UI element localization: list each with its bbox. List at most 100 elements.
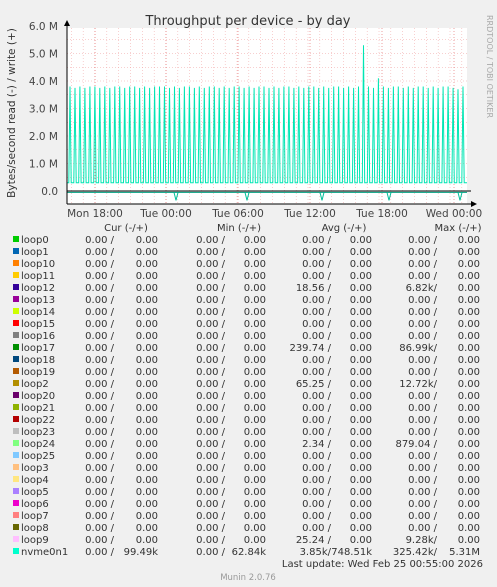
legend-row: loop16 0.00 / 0.00 0.00 / 0.00 0.00 / 0.00 0.00… xyxy=(13,331,480,342)
legend-value-cur: 0.00 / xyxy=(85,535,114,546)
legend-name: loop8 xyxy=(21,523,49,534)
legend-value-cur2: 0.00 xyxy=(136,427,158,438)
legend-value-max2: 0.00 xyxy=(458,283,480,294)
legend-name: loop24 xyxy=(21,439,55,450)
legend-value-cur2: 0.00 xyxy=(136,259,158,270)
legend-value-avg2: 0.00 xyxy=(350,247,372,258)
legend-value-min2: 0.00 xyxy=(244,271,266,282)
legend-value-max: 0.00 / xyxy=(408,463,437,474)
legend-value-max2: 0.00 xyxy=(458,295,480,306)
legend-row: loop21 0.00 / 0.00 0.00 / 0.00 0.00 / 0.00 0.00… xyxy=(13,403,480,414)
legend-value-avg2: 0.00 xyxy=(350,235,372,246)
legend-swatch xyxy=(13,236,19,242)
legend-value-max2: 0.00 xyxy=(458,439,480,450)
legend-value-avg2: 0.00 xyxy=(350,283,372,294)
legend-value-cur: 0.00 / xyxy=(85,415,114,426)
legend-row: loop24 0.00 / 0.00 0.00 / 0.00 2.34 / 0.00 879.… xyxy=(13,439,480,450)
legend-value-cur2: 0.00 xyxy=(136,535,158,546)
legend-value-avg: 0.00 / xyxy=(302,307,331,318)
legend-name: loop18 xyxy=(21,355,55,366)
legend-name: loop7 xyxy=(21,511,49,522)
legend-swatch xyxy=(13,416,19,422)
legend-name: nvme0n1 xyxy=(21,547,68,558)
legend-row: loop5 0.00 / 0.00 0.00 / 0.00 0.00 / 0.00 0.00 … xyxy=(13,487,480,498)
legend-value-cur: 0.00 / xyxy=(85,391,114,402)
legend-value-cur: 0.00 / xyxy=(85,547,114,558)
legend-value-cur2: 0.00 xyxy=(136,307,158,318)
legend-value-max2: 0.00 xyxy=(458,391,480,402)
y-tick-label: 5.0 M xyxy=(29,49,58,61)
legend-value-cur: 0.00 / xyxy=(85,271,114,282)
legend-value-avg: 0.00 / xyxy=(302,415,331,426)
legend-value-avg: 0.00 / xyxy=(302,271,331,282)
legend-value-max2: 0.00 xyxy=(458,463,480,474)
legend-value-max2: 0.00 xyxy=(458,451,480,462)
legend-value-min2: 0.00 xyxy=(244,319,266,330)
legend-value-min: 0.00 / xyxy=(196,379,225,390)
legend-value-avg2: 0.00 xyxy=(350,415,372,426)
rrdtool-watermark: RRDTOOL / TOBI OETIKER xyxy=(485,15,494,118)
legend-value-avg2: 0.00 xyxy=(350,295,372,306)
legend-value-cur2: 0.00 xyxy=(136,331,158,342)
legend-headers: Cur (-/+) Min (-/+) Avg (-/+) Max (-/+) xyxy=(104,223,481,234)
legend-value-avg2: 0.00 xyxy=(350,463,372,474)
legend-value-max: 0.00 / xyxy=(408,367,437,378)
x-tick-label: Tue 12:00 xyxy=(283,208,336,220)
legend-swatch xyxy=(13,452,19,458)
munin-version: Munin 2.0.76 xyxy=(220,573,276,583)
legend-value-min: 0.00 / xyxy=(196,307,225,318)
legend-value-min2: 0.00 xyxy=(244,487,266,498)
legend-swatch xyxy=(13,404,19,410)
legend-value-max: 0.00 / xyxy=(408,235,437,246)
legend-header: Min (-/+) xyxy=(217,223,261,234)
legend-swatch xyxy=(13,284,19,290)
legend-name: loop3 xyxy=(21,463,49,474)
legend-value-cur: 0.00 / xyxy=(85,511,114,522)
legend-value-cur2: 0.00 xyxy=(136,379,158,390)
legend-value-cur2: 0.00 xyxy=(136,247,158,258)
legend-value-cur: 0.00 / xyxy=(85,295,114,306)
legend-value-max: 0.00 / xyxy=(408,247,437,258)
legend-value-max2: 0.00 xyxy=(458,259,480,270)
legend-value-cur: 0.00 / xyxy=(85,331,114,342)
legend-row: loop20 0.00 / 0.00 0.00 / 0.00 0.00 / 0.00 0.00… xyxy=(13,391,480,402)
legend-value-avg: 0.00 / xyxy=(302,475,331,486)
legend-value-min: 0.00 / xyxy=(196,487,225,498)
legend-value-min: 0.00 / xyxy=(196,319,225,330)
legend-name: loop14 xyxy=(21,307,55,318)
legend-name: loop19 xyxy=(21,367,55,378)
legend-value-min2: 62.84k xyxy=(232,547,267,558)
legend-value-avg2: 0.00 xyxy=(350,391,372,402)
legend-value-max: 325.42k/ xyxy=(393,547,438,558)
legend-value-max2: 0.00 xyxy=(458,403,480,414)
y-axis-arrow xyxy=(64,20,70,26)
legend-value-max: 0.00 / xyxy=(408,523,437,534)
legend-value-cur: 0.00 / xyxy=(85,259,114,270)
legend-value-avg: 0.00 / xyxy=(302,403,331,414)
legend-value-cur2: 0.00 xyxy=(136,511,158,522)
legend-row: loop23 0.00 / 0.00 0.00 / 0.00 0.00 / 0.00 0.00… xyxy=(13,427,480,438)
legend-value-max2: 0.00 xyxy=(458,271,480,282)
legend-value-min: 0.00 / xyxy=(196,283,225,294)
legend-value-max: 12.72k/ xyxy=(399,379,437,390)
legend-value-avg: 3.85k/ xyxy=(300,547,332,558)
legend-value-avg: 0.00 / xyxy=(302,295,331,306)
legend-value-avg2: 0.00 xyxy=(350,499,372,510)
legend-value-min: 0.00 / xyxy=(196,415,225,426)
legend-value-min2: 0.00 xyxy=(244,427,266,438)
legend-swatch xyxy=(13,248,19,254)
legend-value-max: 0.00 / xyxy=(408,403,437,414)
legend-header: Avg (-/+) xyxy=(322,223,367,234)
x-tick-label: Tue 00:00 xyxy=(139,208,192,220)
y-axis-label: Bytes/second read (-) / write (+) xyxy=(6,28,18,198)
legend-value-min2: 0.00 xyxy=(244,235,266,246)
y-tick-label: 6.0 M xyxy=(29,21,58,33)
legend-name: loop25 xyxy=(21,451,55,462)
legend-value-avg: 65.25 / xyxy=(296,379,332,390)
legend-value-min: 0.00 / xyxy=(196,427,225,438)
legend-value-max: 0.00 / xyxy=(408,259,437,270)
legend-value-min2: 0.00 xyxy=(244,331,266,342)
legend-value-max2: 0.00 xyxy=(458,427,480,438)
legend-swatch xyxy=(13,548,19,554)
legend-value-cur2: 0.00 xyxy=(136,415,158,426)
